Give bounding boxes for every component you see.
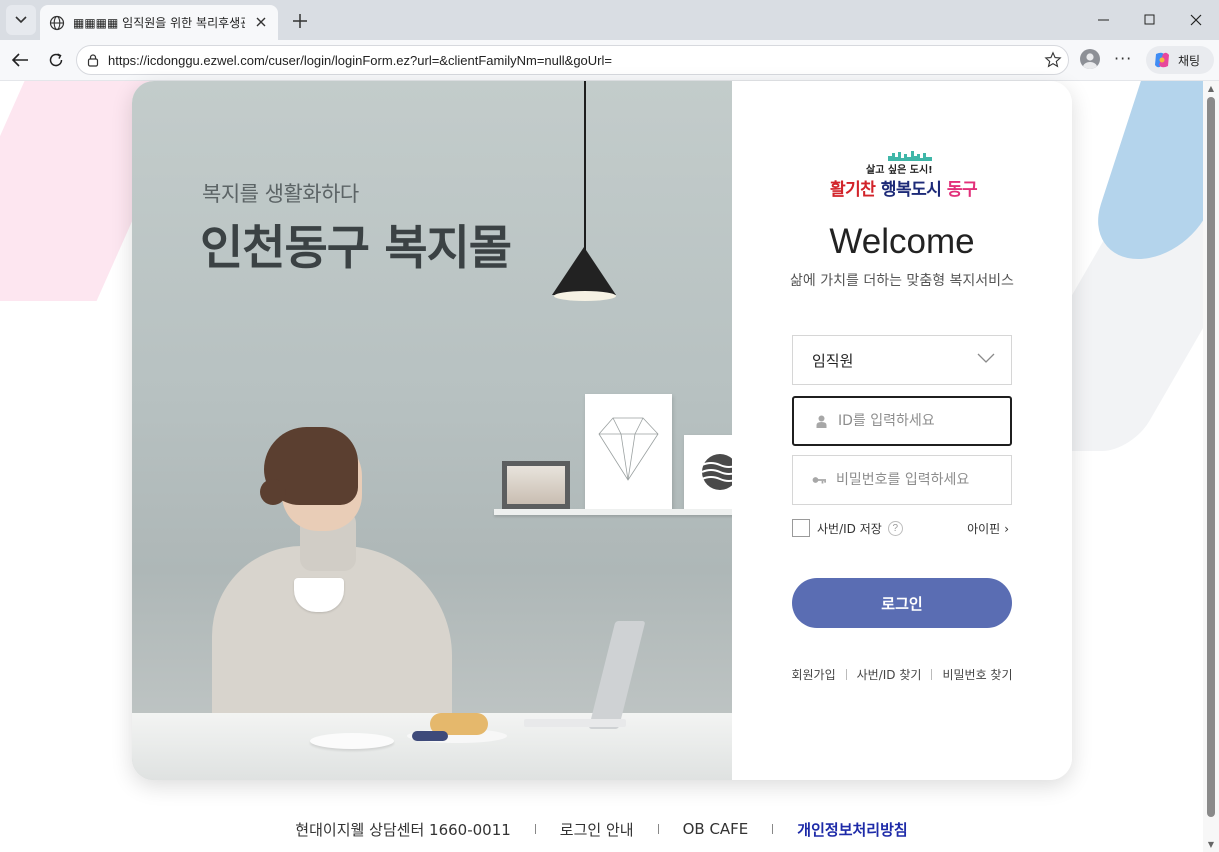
reload-icon — [49, 53, 63, 67]
password-field[interactable] — [792, 455, 1012, 505]
scroll-down-arrow-icon[interactable]: ▼ — [1207, 840, 1215, 849]
city-skyline-icon — [888, 151, 932, 161]
id-field[interactable] — [792, 396, 1012, 446]
browser-titlebar: ▦▦▦▦ 임직원을 위한 복리후생관 ▦▦ — [0, 0, 1219, 40]
footer-divider — [534, 824, 536, 834]
login-button[interactable]: 로그인 — [792, 578, 1012, 628]
user-icon — [814, 414, 828, 428]
lock-icon — [87, 54, 99, 67]
new-tab-button[interactable] — [287, 8, 313, 34]
diamond-art-frame — [585, 394, 672, 510]
user-type-value: 임직원 — [812, 351, 854, 370]
berries — [412, 731, 448, 741]
scroll-up-arrow-icon[interactable]: ▲ — [1207, 84, 1215, 93]
close-tab-icon[interactable] — [252, 13, 270, 31]
account-links: 회원가입 사번/ID 찾기 비밀번호 찾기 — [732, 666, 1072, 683]
back-button[interactable] — [6, 46, 34, 74]
person-hair-bun — [260, 479, 286, 505]
page-scrollbar[interactable]: ▲ ▼ — [1203, 81, 1219, 852]
lamp-shade — [552, 247, 616, 295]
maximize-icon — [1144, 14, 1155, 25]
footer-privacy-policy[interactable]: 개인정보처리방침 — [797, 819, 907, 840]
plus-icon — [293, 14, 307, 28]
empty-plate — [310, 733, 394, 749]
maximize-button[interactable] — [1127, 0, 1173, 40]
photo-frame — [502, 461, 570, 509]
address-bar[interactable]: https://icdonggu.ezwel.com/cuser/login/l… — [76, 45, 1069, 75]
logo-wordmark: 활기찬 행복도시 동구 — [830, 180, 978, 200]
footer-login-guide[interactable]: 로그인 안내 — [560, 819, 634, 840]
user-type-select[interactable]: 임직원 — [792, 335, 1012, 385]
lamp-bulb — [554, 291, 616, 301]
browser-tab[interactable]: ▦▦▦▦ 임직원을 위한 복리후생관 ▦▦ — [40, 5, 278, 40]
arrow-left-icon — [11, 53, 28, 67]
hero-title: 인천동구 복지몰 — [200, 221, 512, 276]
ipin-label: 아이핀 — [967, 522, 1001, 536]
url-text: https://icdonggu.ezwel.com/cuser/login/l… — [108, 52, 612, 68]
chevron-right-icon: › — [1004, 521, 1009, 536]
welcome-tagline: 삶에 가치를 더하는 맞춤형 복지서비스 — [790, 273, 1014, 289]
ipin-link[interactable]: 아이핀 › — [967, 520, 1009, 537]
tab-list-button[interactable] — [6, 5, 36, 35]
copilot-chat-button[interactable]: 채팅 — [1146, 46, 1214, 74]
close-window-button[interactable] — [1173, 0, 1219, 40]
more-menu-button[interactable]: ··· — [1114, 49, 1132, 68]
remember-id-option[interactable]: 사번/ID 저장 ? — [792, 519, 903, 537]
find-password-link[interactable]: 비밀번호 찾기 — [942, 666, 1012, 683]
chevron-down-icon — [15, 16, 27, 24]
hero-subtitle: 복지를 생활화하다 — [202, 182, 359, 206]
minimize-icon — [1098, 19, 1109, 21]
footer-divider — [772, 824, 774, 834]
user-icon — [1083, 53, 1097, 69]
key-icon — [812, 473, 826, 487]
remember-id-label: 사번/ID 저장 — [817, 521, 882, 536]
link-divider — [931, 669, 933, 680]
footer-ob-cafe[interactable]: OB CAFE — [683, 820, 749, 838]
browser-toolbar: https://icdonggu.ezwel.com/cuser/login/l… — [0, 40, 1219, 81]
id-input[interactable] — [838, 413, 1008, 429]
login-panel: 살고 싶은 도시! 활기찬 행복도시 동구 Welcome 삶에 가치를 더하는… — [732, 81, 1072, 780]
logo-slogan: 살고 싶은 도시! — [866, 165, 933, 176]
find-id-link[interactable]: 사번/ID 찾기 — [857, 666, 922, 683]
reload-button[interactable] — [42, 46, 70, 74]
copilot-label: 채팅 — [1178, 53, 1201, 68]
profile-avatar[interactable] — [1080, 49, 1100, 69]
laptop-base — [524, 719, 626, 727]
signup-link[interactable]: 회원가입 — [791, 666, 835, 683]
hero-image: 복지를 생활화하다 인천동구 복지몰 — [132, 81, 732, 780]
login-card: 복지를 생활화하다 인천동구 복지몰 살고 싶은 도시! 활기찬 행복도시 동구… — [132, 81, 1072, 780]
link-divider — [845, 669, 847, 680]
footer-support-center[interactable]: 현대이지웰 상담센터 1660-0011 — [295, 819, 511, 840]
globe-icon — [49, 15, 65, 30]
page-footer: 현대이지웰 상담센터 1660-0011 로그인 안내 OB CAFE 개인정보… — [0, 818, 1203, 840]
favorite-star-icon[interactable] — [1044, 51, 1062, 73]
scroll-thumb[interactable] — [1207, 97, 1215, 817]
donggu-logo: 살고 싶은 도시! 활기찬 행복도시 동구 — [830, 151, 978, 203]
copilot-icon — [1155, 52, 1169, 68]
lamp-cord — [584, 81, 586, 251]
tab-title: ▦▦▦▦ 임직원을 위한 복리후생관 ▦▦ — [73, 16, 245, 30]
wall-shelf — [494, 509, 732, 515]
footer-divider — [657, 824, 659, 834]
welcome-heading: Welcome — [829, 222, 975, 261]
close-icon — [1190, 14, 1202, 26]
chevron-down-icon — [977, 353, 995, 363]
remember-id-checkbox[interactable] — [792, 519, 810, 537]
pattern-art-frame — [684, 435, 732, 510]
password-input[interactable] — [836, 472, 1006, 488]
help-icon[interactable]: ? — [887, 520, 903, 536]
minimize-button[interactable] — [1081, 0, 1127, 40]
